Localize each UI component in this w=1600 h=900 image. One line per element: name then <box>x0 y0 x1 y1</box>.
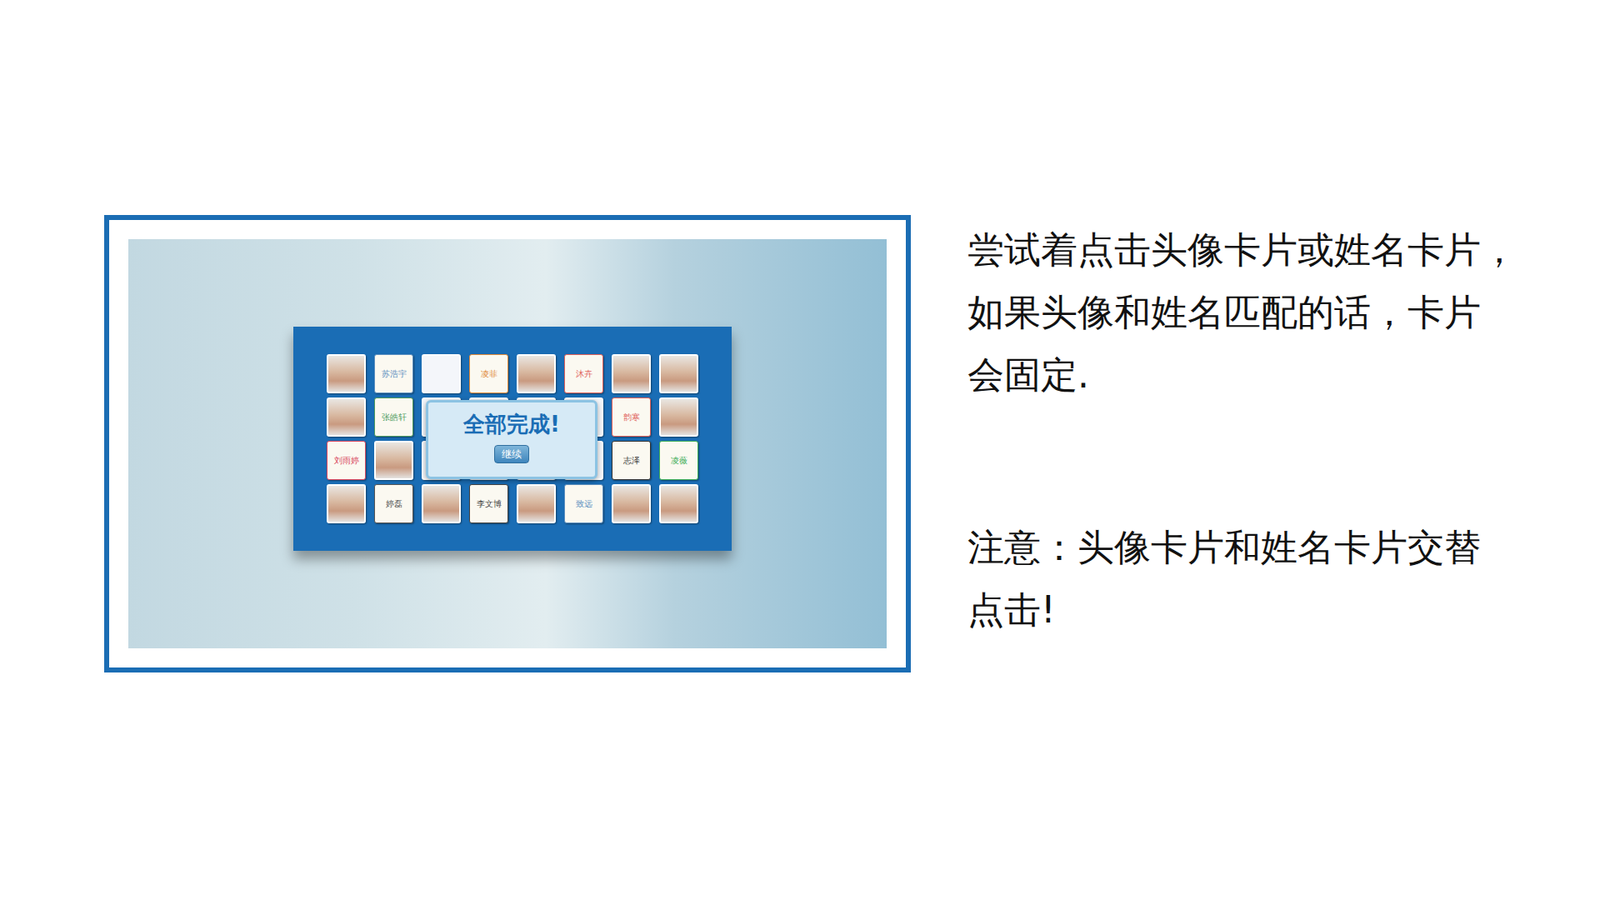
avatar-card[interactable] <box>421 484 461 524</box>
name-label: 凌菲 <box>480 369 498 379</box>
complete-dialog: 全部完成! 继续 <box>425 400 598 480</box>
avatar-card[interactable] <box>659 484 699 524</box>
name-label: 刘雨婷 <box>334 455 360 465</box>
avatar-card[interactable] <box>516 484 556 524</box>
name-card[interactable]: 张皓轩 <box>374 397 414 437</box>
screenshot-background: 苏浩宇 凌菲 沐卉张皓轩 韵寒刘雨婷 志泽 凌薇婷磊 李文博 致远 全部完成! 继续 <box>128 239 887 649</box>
name-card[interactable]: 李文博 <box>469 484 509 524</box>
name-label: 婷磊 <box>385 499 403 509</box>
blank-card[interactable] <box>421 354 461 394</box>
name-card[interactable]: 致远 <box>564 484 604 524</box>
name-card[interactable]: 沐卉 <box>564 354 604 394</box>
name-card[interactable]: 婷磊 <box>374 484 414 524</box>
name-card[interactable]: 凌菲 <box>469 354 509 394</box>
name-label: 张皓轩 <box>381 412 407 422</box>
name-label: 凌薇 <box>670 455 688 465</box>
dialog-title: 全部完成! <box>463 412 560 437</box>
avatar-card[interactable] <box>516 354 556 394</box>
name-label: 韵寒 <box>623 412 640 422</box>
avatar-card[interactable] <box>611 484 651 524</box>
instruction-line: 注意：头像卡片和姓名卡片交替 <box>967 515 1585 579</box>
instruction-line: 会固定. <box>967 343 1585 406</box>
name-card[interactable]: 凌薇 <box>659 440 699 480</box>
name-card[interactable]: 志泽 <box>611 440 651 480</box>
game-board: 苏浩宇 凌菲 沐卉张皓轩 韵寒刘雨婷 志泽 凌薇婷磊 李文博 致远 全部完成! 继续 <box>293 326 732 551</box>
instruction-line: 尝试着点击头像卡片或姓名卡片， <box>967 218 1585 281</box>
name-card[interactable]: 苏浩宇 <box>374 354 414 394</box>
avatar-card[interactable] <box>374 440 414 480</box>
name-card[interactable]: 刘雨婷 <box>326 440 366 480</box>
name-label: 李文博 <box>476 499 502 509</box>
instruction-line: 点击! <box>967 578 1585 641</box>
instruction-paragraph: 注意：头像卡片和姓名卡片交替点击! <box>967 515 1585 641</box>
avatar-card[interactable] <box>326 354 366 394</box>
instruction-paragraph: 尝试着点击头像卡片或姓名卡片，如果头像和姓名匹配的话，卡片会固定. <box>967 218 1585 406</box>
avatar-card[interactable] <box>326 397 366 437</box>
instructions: 尝试着点击头像卡片或姓名卡片，如果头像和姓名匹配的话，卡片会固定. 注意：头像卡片… <box>967 218 1585 751</box>
avatar-card[interactable] <box>659 354 699 394</box>
avatar-card[interactable] <box>659 397 699 437</box>
name-card[interactable]: 韵寒 <box>611 397 651 437</box>
name-label: 志泽 <box>623 455 640 465</box>
name-label: 致远 <box>575 499 593 509</box>
continue-button[interactable]: 继续 <box>494 445 530 464</box>
instruction-line: 如果头像和姓名匹配的话，卡片 <box>967 280 1585 344</box>
avatar-card[interactable] <box>611 354 651 394</box>
name-label: 沐卉 <box>575 369 593 379</box>
screenshot-frame: 苏浩宇 凌菲 沐卉张皓轩 韵寒刘雨婷 志泽 凌薇婷磊 李文博 致远 全部完成! 继续 <box>104 215 911 673</box>
avatar-card[interactable] <box>326 484 366 524</box>
name-label: 苏浩宇 <box>381 369 407 379</box>
